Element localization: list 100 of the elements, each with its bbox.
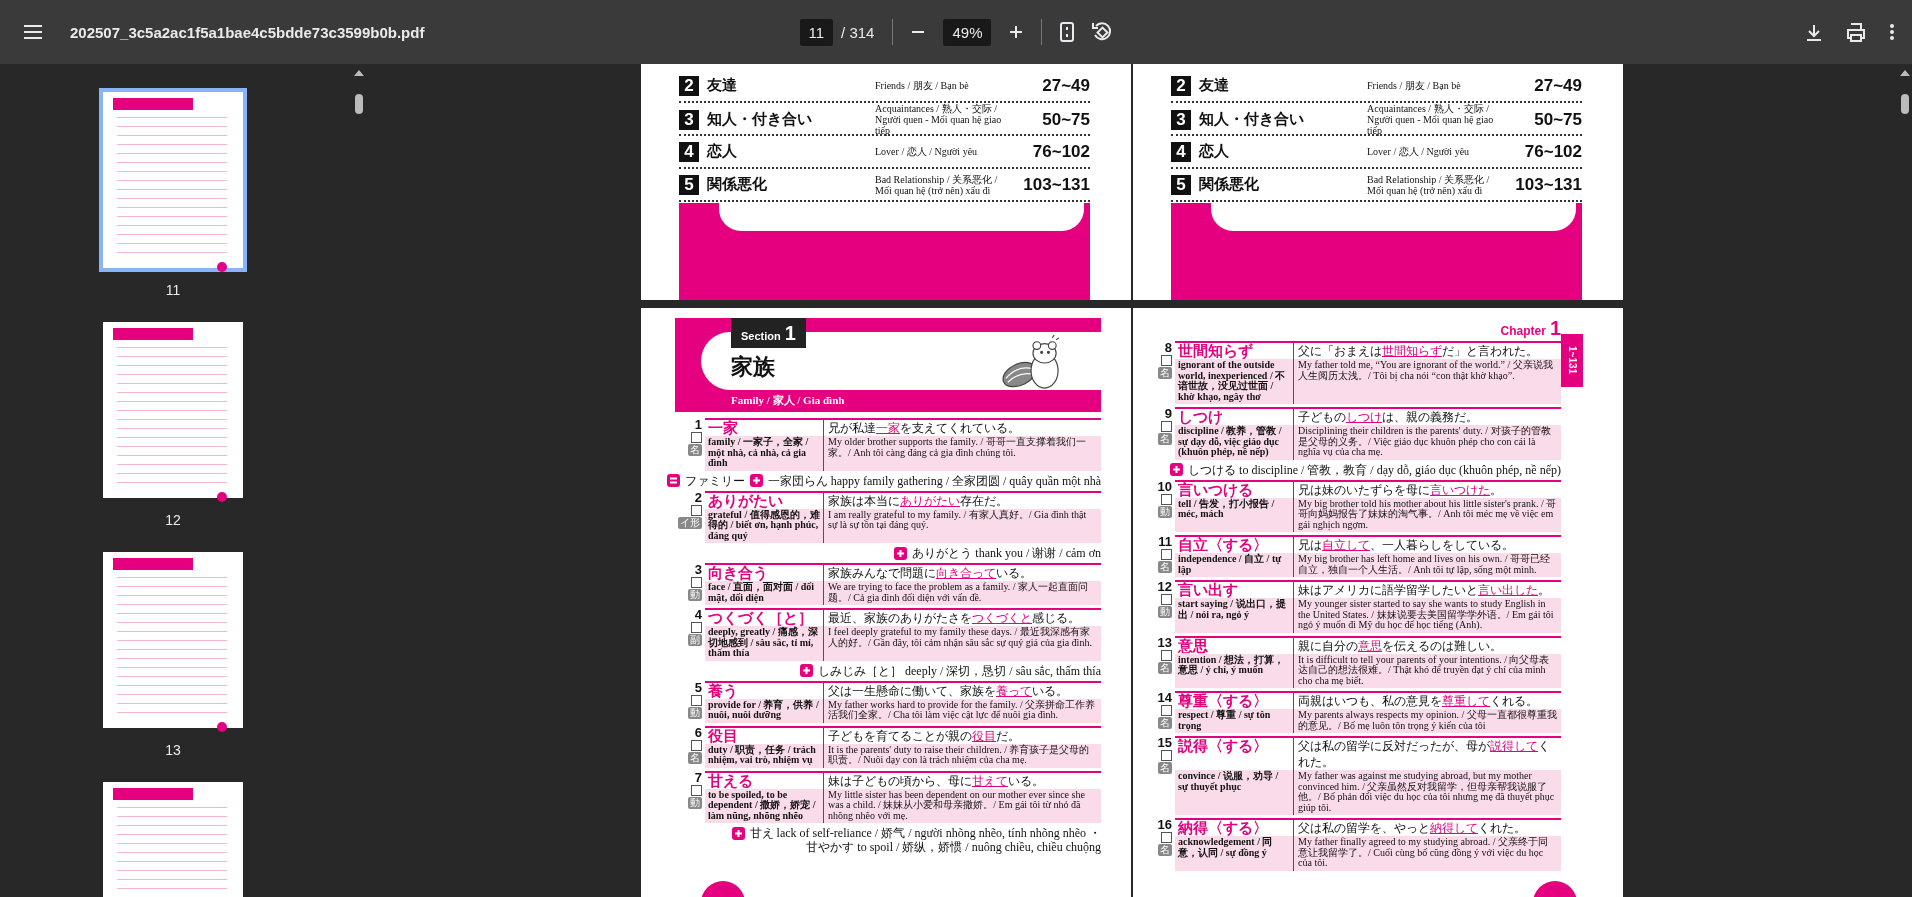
part-of-speech-badge: 名 <box>1158 717 1172 729</box>
page-label: 13 <box>165 742 181 758</box>
section-label: Section <box>741 330 781 342</box>
page-range: 27~49 <box>1041 75 1090 96</box>
chapter-description: Friends / 朋友 / Bạn bè <box>875 80 970 91</box>
entry-number: 12 <box>1157 580 1172 593</box>
chapter-number: 5 <box>1171 174 1191 195</box>
headword: しつけ <box>1177 409 1224 425</box>
example-sentence: 兄は妹のいたずらを母に言いつけた。 <box>1293 481 1561 498</box>
part-of-speech-badge: 名 <box>688 751 702 764</box>
chapter-number: 4 <box>1171 141 1191 162</box>
headword: 世間知らず <box>1177 343 1254 359</box>
related-word: 甘え lack of self-reliance / 娇气 / người nhõng nhẽo, tính nhõng nhẽo ・ <box>749 826 1101 840</box>
part-of-speech-badge: 名 <box>1158 844 1172 856</box>
headword: 養う <box>707 682 739 699</box>
related-word: ありがとう thank you / 谢谢 / cảm ơn <box>912 546 1101 560</box>
chapter-number: 2 <box>1171 75 1191 96</box>
headword: 役目 <box>707 727 739 744</box>
page-number-field[interactable]: 11 <box>799 18 834 46</box>
part-of-speech-badge: 名 <box>1158 762 1172 774</box>
part-of-speech-badge: 名 <box>1158 561 1172 573</box>
part-of-speech-badge: イ形 <box>678 516 702 529</box>
chapter-title: 恋人 <box>1199 142 1230 161</box>
sentence-translation: I feel deeply grateful to my family these days. / 最近我深感有家人的好。/ Gần đây, tôi cảm nhận sâu sắc sự quý giá của gia đình. <box>823 626 1101 661</box>
page-range: 103~131 <box>1022 174 1090 195</box>
page-range: 76~102 <box>1031 141 1090 162</box>
sentence-translation: It is the parents' duty to raise their children. / 养育孩子是父母的职责。/ Nuôi dạy con là trách nhiệm của cha mẹ. <box>823 743 1101 768</box>
chapter-title: 関係悪化 <box>707 175 768 194</box>
word-meaning: ignorant of the outside world, inexperienced / 不谙世故，没见过世面 / khờ khạo, ngây thơ <box>1175 359 1293 404</box>
page-range: 76~102 <box>1523 141 1582 162</box>
page-label: 12 <box>165 512 181 528</box>
chapter-description: Acquaintances / 熟人・交际 / Người quen - Mối quan hệ giao tiếp <box>875 103 1003 136</box>
example-sentence: 子どもを育てることが親の役目だ。 <box>823 727 1101 744</box>
sentence-translation: My father told me, “You are ignorant of the world.” / 父亲说我人生阅历太浅。/ Tôi bị cha nói “con thật khờ khạo”. <box>1293 359 1561 404</box>
word-meaning: grateful / 值得感恩的，难得的 / biết ơn, hạnh phúc, đáng quý <box>705 508 823 543</box>
entry-number: 2 <box>694 490 702 504</box>
headword: 納得〈する〉 <box>1177 820 1269 836</box>
word-meaning: provide for / 养育，供养 / nuôi, nuôi dưỡng <box>705 698 823 723</box>
related-word: 一家団らん happy family gathering / 全家团圆 / quây quần một nhà <box>767 473 1101 488</box>
chapter-title: 知人・付き合い <box>707 110 813 129</box>
headword: つくづく［と］ <box>707 610 814 626</box>
entry-number: 11 <box>1158 535 1172 548</box>
part-of-speech-badge: 動 <box>1158 505 1172 518</box>
chapter-title: 友達 <box>707 76 738 95</box>
word-meaning: deeply, greatly / 痛感，深切地感到 / sâu sắc, tỉ mỉ, thấm thía <box>705 626 823 661</box>
entry-number: 3 <box>694 563 702 576</box>
entry-number: 1 <box>694 418 702 431</box>
page-range: 103~131 <box>1514 174 1582 195</box>
headword: 説得〈する〉 <box>1177 738 1269 756</box>
chapter-title: 友達 <box>1199 76 1230 95</box>
related-word: しつける to discipline / 管教，教育 / dạy dỗ, giáo dục (khuôn phép, nề nếp) <box>1188 462 1561 477</box>
headword: ありがたい <box>707 492 784 509</box>
sentence-translation: My parents always respects my opinion. / 父母一直都很尊重我的意见。/ Bố mẹ luôn tôn trọng ý kiến của tôi <box>1293 709 1561 733</box>
entry-number: 5 <box>694 680 702 694</box>
example-sentence: 親に自分の意思を伝えるのは難しい。 <box>1293 637 1561 654</box>
side-tab-label: 1~131 <box>1566 346 1578 375</box>
part-of-speech-badge: 動 <box>688 589 702 601</box>
word-meaning: family / 一家子，全家 / một nhà, cả nhà, cả gia đình <box>705 436 823 471</box>
headword: 尊重〈する〉 <box>1177 693 1269 709</box>
chapter-description: Friends / 朋友 / Bạn bè <box>1367 80 1462 91</box>
word-meaning: duty / 职责，任务 / trách nhiệm, vai trò, nhiệm vụ <box>705 743 823 768</box>
chapter-number: 1 <box>1549 318 1561 338</box>
sentence-translation: My big brother has left home and lives on his own. / 哥哥已经自立，独自一个人生活。/ Anh tôi tự lập, sống một mình. <box>1293 553 1561 577</box>
entry-number: 10 <box>1157 479 1172 493</box>
entry-number: 13 <box>1157 635 1172 649</box>
zoom-field[interactable]: 49% <box>943 18 992 46</box>
sentence-translation: My father was against me studying abroad, but my mother convinced him. / 父亲虽然反对我留学，但母亲帮我说服了他。/ Bố phản đối việc du học của tôi nhưng mẹ đã thuyết phục giúp tôi. <box>1293 770 1561 815</box>
word-meaning: to be spoiled, to be dependent / 撒娇，娇宠 / làm nũng, nhõng nhẽo <box>705 788 823 823</box>
example-sentence: 妹は子どもの頃から、母に甘えている。 <box>823 772 1101 789</box>
part-of-speech-badge: 動 <box>688 796 702 809</box>
chapter-description: Bad Relationship / 关系恶化 / Mối quan hệ (trở nên) xấu đi <box>1367 173 1491 196</box>
page-label: 11 <box>165 282 181 298</box>
headword: 甘える <box>707 772 754 789</box>
chapter-title: 関係悪化 <box>1199 175 1260 194</box>
part-of-speech-badge: 動 <box>688 706 702 719</box>
headword: 意思 <box>1176 637 1209 654</box>
chapter-title: 知人・付き合い <box>1199 110 1305 129</box>
example-sentence: 家族は本当にありがたい存在だ。 <box>823 492 1101 509</box>
headword: 一家 <box>707 420 739 436</box>
page-count: / 314 <box>841 23 875 41</box>
word-meaning: acknowledgement / 同意，认同 / sự đồng ý <box>1175 836 1293 871</box>
chapter-number: 4 <box>679 141 699 162</box>
chapter-number: 3 <box>679 109 699 130</box>
word-meaning: independence / 自立 / tự lập <box>1175 553 1293 577</box>
section-subtitle: Family / 家人 / Gia đình <box>730 393 846 408</box>
sentence-translation: My big brother told his mother about his little sister's prank. / 哥哥向妈妈报告了妹妹的淘气事。/ Anh tôi méc mẹ về việc em gái nghịch ngợm. <box>1293 497 1561 532</box>
entry-number: 14 <box>1157 691 1172 704</box>
chapter-number: 3 <box>1171 109 1191 130</box>
sentence-translation: I am really grateful to my family. / 有家人真好。/ Gia đình thật sự là sự tồn tại đáng quý. <box>823 508 1101 543</box>
page-range: 50~75 <box>1041 109 1090 130</box>
entry-number: 4 <box>694 608 702 621</box>
entry-number: 16 <box>1157 818 1172 831</box>
chapter-description: Bad Relationship / 关系恶化 / Mối quan hệ (trở nên) xấu đi <box>875 173 999 196</box>
related-word: しみじみ［と］ deeply / 深切，恳切 / sâu sắc, thấm thía <box>818 663 1101 678</box>
word-meaning: respect / 尊重 / sự tôn trọng <box>1175 709 1293 733</box>
word-meaning: intention / 想法，打算，意思 / ý chí, ý muốn <box>1175 653 1293 688</box>
entry-number: 15 <box>1157 736 1172 749</box>
related-word: ファミリー <box>684 473 745 488</box>
sentence-translation: My father finally agreed to my studying abroad. / 父亲终于同意让我留学了。/ Cuối cùng bố cũng đồng ý với việc du học của tôi. <box>1293 836 1561 871</box>
chapter-title: 恋人 <box>707 142 738 161</box>
